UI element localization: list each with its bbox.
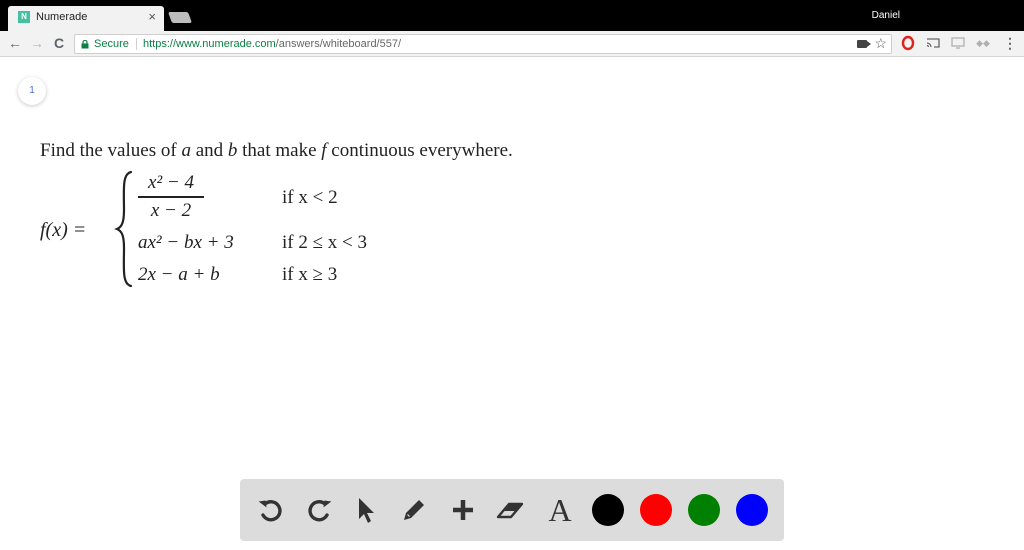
tab-title: Numerade	[36, 11, 88, 23]
left-brace	[114, 170, 133, 288]
case-2-condition: if 2 ≤ x < 3	[282, 232, 367, 253]
browser-toolbar: ← → C Secure https://www.numerade.com/an…	[0, 31, 1024, 57]
browser-tab[interactable]: N Numerade ×	[8, 6, 164, 31]
forward-arrow-icon[interactable]: →	[28, 34, 46, 52]
fraction-bar	[138, 196, 204, 198]
case-2-expression: ax² − bx + 3	[138, 232, 234, 253]
select-pointer-button[interactable]	[350, 494, 382, 526]
plus-icon	[453, 500, 473, 520]
pencil-icon	[404, 500, 424, 520]
back-arrow-icon[interactable]: ←	[6, 34, 24, 52]
pencil-button[interactable]	[398, 494, 430, 526]
variable-b: b	[227, 140, 238, 161]
camera-icon[interactable]	[857, 40, 871, 48]
fraction-denominator: x − 2	[150, 199, 192, 221]
problem-statement: Find the values of a and b that make f c…	[40, 140, 513, 162]
color-green-swatch[interactable]	[688, 494, 720, 526]
undo-icon	[258, 500, 282, 522]
whiteboard-toolbar: A	[240, 479, 784, 541]
screen-extension-icon[interactable]	[950, 35, 966, 51]
opera-extension-icon[interactable]	[900, 35, 916, 51]
extension-icon[interactable]: ◆◆	[975, 35, 991, 51]
new-tab-button[interactable]	[167, 12, 193, 23]
url-base: https://www.numerade.com	[143, 38, 276, 50]
secure-label: Secure	[94, 38, 129, 50]
problem-text-3: that make	[237, 140, 322, 161]
browser-title-bar: N Numerade × Daniel	[0, 0, 1024, 31]
numerade-favicon-icon: N	[18, 11, 30, 23]
url-path: /answers/whiteboard/557/	[275, 38, 402, 50]
case-3-condition: if x ≥ 3	[282, 264, 338, 285]
case-1-condition: if x < 2	[282, 187, 338, 208]
undo-button[interactable]	[255, 494, 287, 526]
redo-icon	[308, 500, 332, 522]
add-shape-button[interactable]	[447, 494, 479, 526]
problem-text-4: continuous everywhere.	[326, 140, 513, 161]
variable-a: a	[181, 140, 191, 161]
redo-button[interactable]	[303, 494, 335, 526]
pointer-icon	[359, 498, 374, 523]
page-number-badge[interactable]: 1	[18, 77, 46, 105]
function-lhs: f(x) =	[40, 219, 87, 241]
case-1-fraction: x² − 4 x − 2	[138, 172, 204, 223]
color-black-swatch[interactable]	[592, 494, 624, 526]
menu-more-icon[interactable]: ⋮	[1002, 35, 1018, 51]
lock-icon	[81, 40, 89, 49]
fraction-numerator: x² − 4	[148, 172, 194, 193]
tab-close-icon[interactable]: ×	[148, 9, 156, 24]
cast-icon[interactable]	[925, 35, 941, 51]
problem-text-1: Find the values of	[40, 140, 182, 161]
address-divider	[136, 38, 137, 50]
address-bar[interactable]: Secure https://www.numerade.com/answers/…	[74, 34, 892, 54]
profile-user-name[interactable]: Daniel	[872, 10, 900, 21]
text-tool-icon[interactable]: A	[544, 492, 576, 528]
url-text[interactable]: https://www.numerade.com/answers/whitebo…	[143, 38, 401, 50]
eraser-icon	[496, 502, 524, 519]
color-red-swatch[interactable]	[640, 494, 672, 526]
case-3-expression: 2x − a + b	[138, 264, 220, 285]
problem-text-2: and	[190, 140, 228, 161]
reload-icon[interactable]: C	[50, 34, 68, 52]
bookmark-star-icon[interactable]: ☆	[874, 35, 887, 52]
color-blue-swatch[interactable]	[736, 494, 768, 526]
eraser-button[interactable]	[494, 494, 526, 526]
